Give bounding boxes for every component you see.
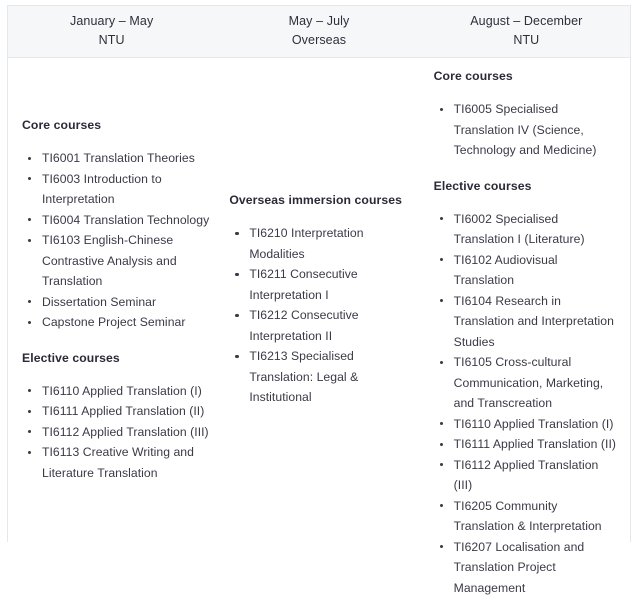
header-period: August – December — [470, 14, 583, 28]
course-item: TI6110 Applied Translation (I) — [22, 381, 209, 402]
course-item: TI6103 English-Chinese Contrastive Analy… — [22, 230, 209, 292]
section-overseas-immersion-courses: Overseas immersion courses TI6210 Interp… — [229, 191, 414, 408]
course-item: TI6205 Community Translation & Interpret… — [434, 496, 620, 537]
header-location: NTU — [513, 33, 540, 47]
section-heading: Core courses — [22, 118, 102, 132]
table-header-row: January – May NTU May – July Overseas Au… — [8, 6, 630, 58]
column-january-may-ntu: Core courses TI6001 Translation Theories… — [8, 58, 215, 499]
section-heading: Core courses — [433, 69, 513, 83]
course-item: TI6104 Research in Translation and Inter… — [434, 291, 620, 353]
section-heading: Elective courses — [22, 350, 120, 365]
header-location: Overseas — [291, 33, 347, 47]
course-item: TI6105 Cross-cultural Communication, Mar… — [434, 352, 620, 414]
header-cell-august-december: August – December NTU — [423, 6, 630, 57]
course-list: TI6210 Interpretation Modalities TI6211 … — [229, 223, 414, 408]
course-item: TI6111 Applied Translation (II) — [434, 434, 620, 455]
course-item: TI6212 Consecutive Interpretation II — [229, 305, 414, 346]
section-heading: Elective courses — [433, 178, 532, 193]
course-list: TI6005 Specialised Translation IV (Scien… — [434, 99, 620, 161]
course-item: TI6112 Applied Translation (III) — [434, 455, 620, 496]
course-list: TI6110 Applied Translation (I) TI6111 Ap… — [22, 381, 209, 484]
section-heading: Overseas immersion courses — [229, 193, 402, 207]
header-cell-may-july: May – July Overseas — [215, 6, 422, 57]
course-item: TI6003 Introduction to Interpretation — [22, 169, 209, 210]
course-item: Dissertation Seminar — [22, 292, 209, 313]
column-august-december-ntu: Core courses TI6005 Specialised Translat… — [423, 58, 630, 614]
course-item: TI6001 Translation Theories — [22, 148, 209, 169]
column-may-july-overseas: Overseas immersion courses TI6210 Interp… — [215, 58, 422, 424]
header-period: May – July — [288, 14, 350, 28]
course-item: TI6111 Applied Translation (II) — [22, 401, 209, 422]
table-body-row: Core courses TI6001 Translation Theories… — [8, 58, 630, 614]
course-list: TI6001 Translation Theories TI6003 Intro… — [22, 148, 209, 333]
course-item: TI6211 Consecutive Interpretation I — [229, 264, 414, 305]
course-item: TI6113 Creative Writing and Literature T… — [22, 442, 209, 483]
header-period: January – May — [70, 14, 154, 28]
section-elective-courses: Elective courses TI6110 Applied Translat… — [22, 349, 209, 484]
section-core-courses: Core courses TI6001 Translation Theories… — [22, 116, 209, 333]
course-item: TI6112 Applied Translation (III) — [22, 422, 209, 443]
course-item: TI6110 Applied Translation (I) — [434, 414, 620, 435]
section-core-courses: Core courses TI6005 Specialised Translat… — [434, 67, 620, 161]
course-list: TI6002 Specialised Translation I (Litera… — [434, 209, 620, 599]
course-item: TI6004 Translation Technology — [22, 210, 209, 231]
header-cell-january-may: January – May NTU — [8, 6, 215, 57]
course-item: Capstone Project Seminar — [22, 312, 209, 333]
course-item: TI6005 Specialised Translation IV (Scien… — [434, 99, 620, 161]
course-item: TI6213 Specialised Translation: Legal & … — [229, 346, 414, 408]
header-location: NTU — [98, 33, 125, 47]
course-item: TI6207 Localisation and Translation Proj… — [434, 537, 620, 599]
course-item: TI6210 Interpretation Modalities — [229, 223, 414, 264]
curriculum-table: January – May NTU May – July Overseas Au… — [7, 5, 631, 614]
course-item: TI6002 Specialised Translation I (Litera… — [434, 209, 620, 250]
section-elective-courses: Elective courses TI6002 Specialised Tran… — [434, 177, 620, 599]
course-item: TI6102 Audiovisual Translation — [434, 250, 620, 291]
